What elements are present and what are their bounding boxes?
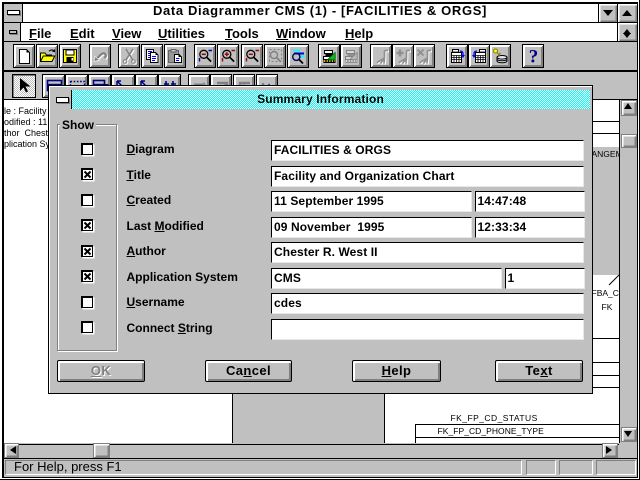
svg-text:?: ? (528, 48, 538, 65)
